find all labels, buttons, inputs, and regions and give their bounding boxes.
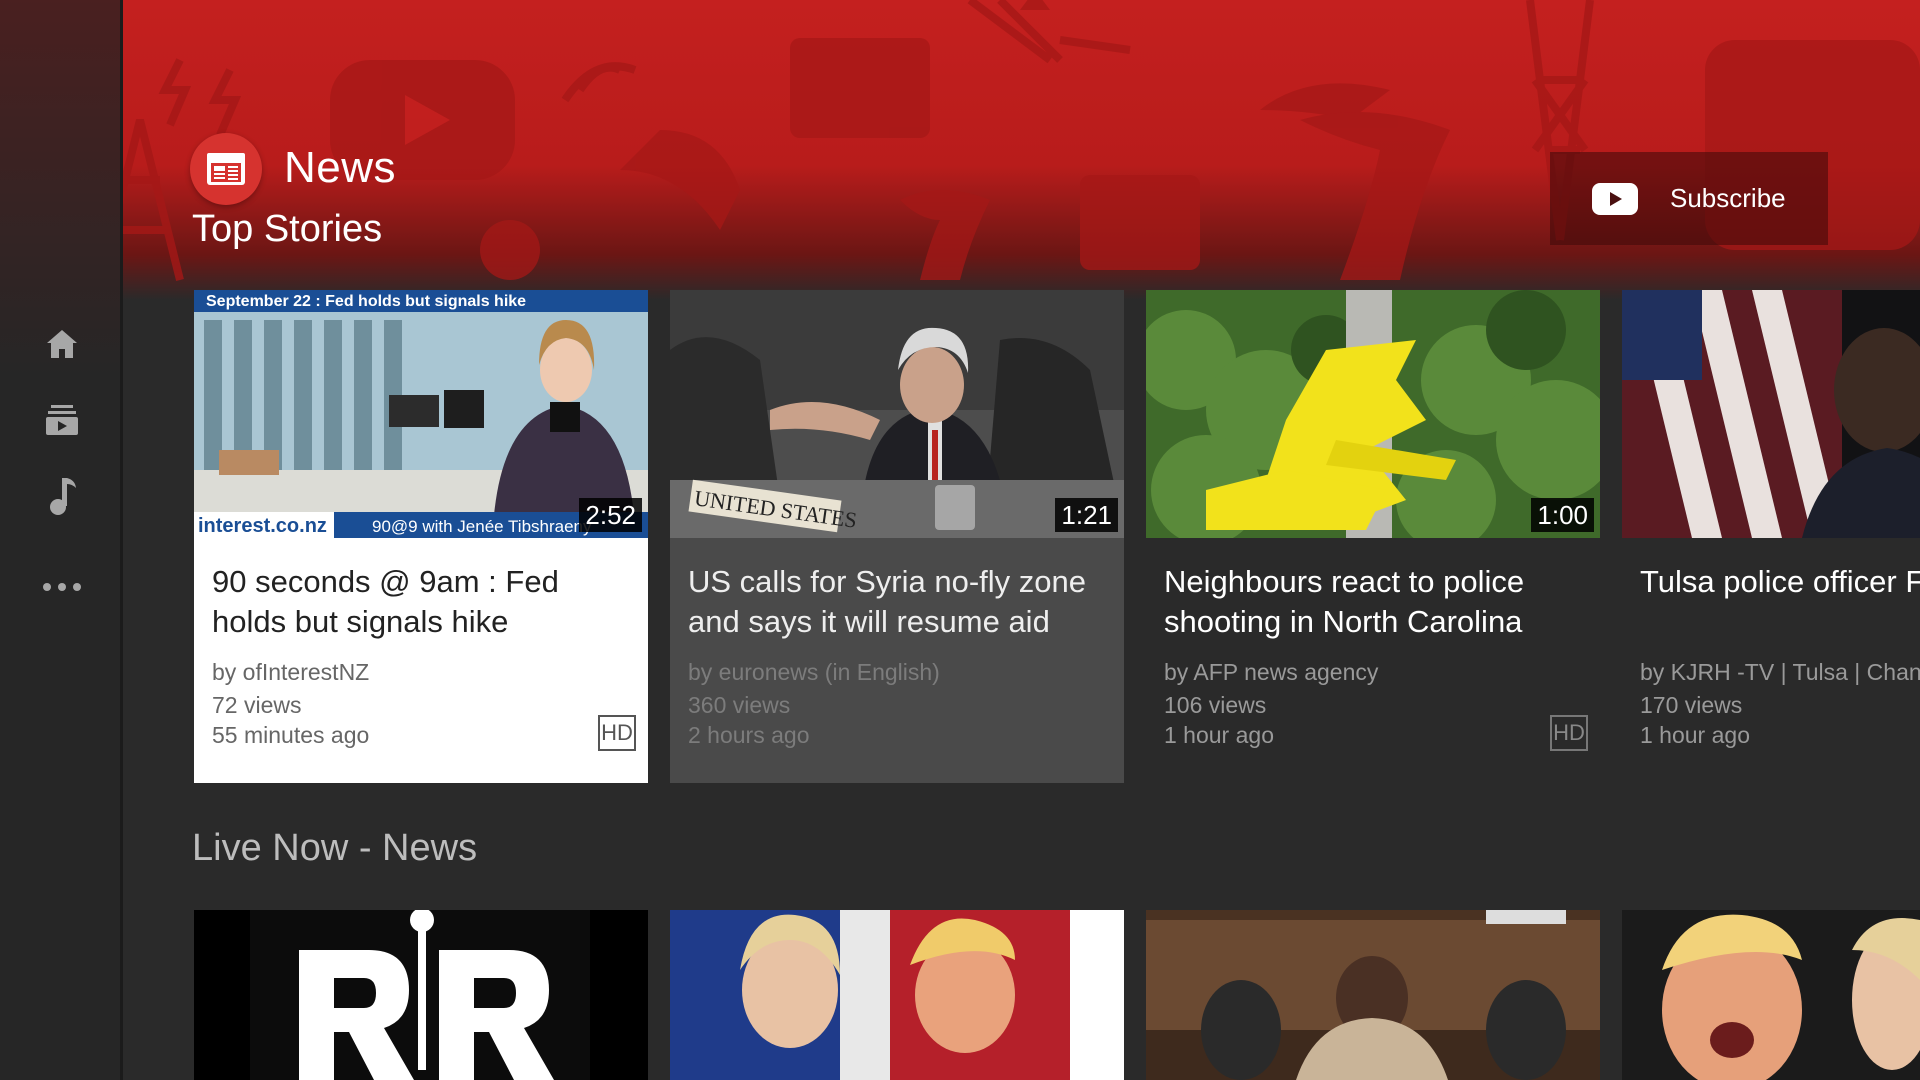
video-channel: by ofInterestNZ — [212, 659, 370, 685]
hd-badge: HD — [1550, 715, 1588, 751]
video-thumbnail: 1:00 — [1146, 290, 1600, 538]
hd-badge: HD — [598, 715, 636, 751]
video-title: 90 seconds @ 9am : Fed holds but signals… — [212, 564, 559, 639]
more-horizontal-icon — [43, 583, 81, 591]
video-age: 1 hour ago — [1164, 722, 1274, 748]
live-thumbnail — [1146, 910, 1600, 1080]
newspaper-icon — [207, 153, 245, 185]
nav-music[interactable] — [38, 472, 86, 520]
nav-home[interactable] — [38, 320, 86, 368]
video-card[interactable]: 1:00 Neighbours react to police shooting… — [1146, 290, 1600, 783]
video-channel: by KJRH -TV | Tulsa | Chan — [1640, 659, 1920, 685]
live-video-card[interactable] — [1146, 910, 1600, 1080]
video-channel: by euronews (in English) — [688, 659, 940, 685]
thumb-lower-third-text: 90@9 with Jenée Tibshraeny — [372, 517, 592, 536]
video-age: 2 hours ago — [688, 722, 810, 748]
subscribe-button[interactable]: Subscribe — [1550, 152, 1828, 245]
subscriptions-icon — [46, 405, 78, 435]
nav-subscriptions[interactable] — [38, 396, 86, 444]
live-thumbnail — [670, 910, 1124, 1080]
thumb-banner-text: September 22 : Fed holds but signals hik… — [206, 293, 526, 310]
shelf-title-top-stories: Top Stories — [192, 208, 383, 250]
video-views: 72 views — [212, 692, 302, 718]
video-views: 360 views — [688, 692, 791, 718]
video-age: 55 minutes ago — [212, 722, 370, 748]
video-views: 170 views — [1640, 692, 1743, 718]
channel-title: News — [284, 143, 397, 192]
channel-avatar — [190, 133, 262, 205]
subscribe-label: Subscribe — [1670, 183, 1786, 213]
live-video-card[interactable] — [194, 910, 648, 1080]
live-thumbnail — [194, 910, 648, 1080]
side-navigation — [0, 0, 123, 1080]
nav-more[interactable] — [38, 563, 86, 611]
video-card[interactable]: September 22 : Fed holds but signals hik… — [194, 290, 648, 783]
video-title: US calls for Syria no-fly zone and says … — [688, 564, 1086, 639]
video-thumbnail — [1622, 290, 1920, 538]
home-icon — [47, 330, 77, 358]
live-thumbnail — [1622, 910, 1920, 1080]
shelf-title-live-now: Live Now - News — [192, 827, 478, 869]
video-age: 1 hour ago — [1640, 722, 1750, 748]
video-views: 106 views — [1164, 692, 1267, 718]
video-duration: 1:00 — [1531, 498, 1594, 532]
video-duration: 1:21 — [1055, 498, 1118, 532]
music-note-icon — [50, 478, 76, 515]
live-video-card[interactable] — [1622, 910, 1920, 1080]
video-card[interactable]: UNITED STATES 1:21 US calls for Syria no… — [670, 290, 1124, 783]
video-title: Tulsa police officer Floyd talks about F… — [1640, 564, 1920, 599]
thumb-brand-text: interest.co.nz — [198, 515, 327, 537]
video-thumbnail: September 22 : Fed holds but signals hik… — [194, 290, 648, 538]
youtube-play-icon — [1592, 182, 1638, 215]
video-channel: by AFP news agency — [1164, 659, 1379, 685]
video-card[interactable]: Tulsa police officer Floyd talks about F… — [1622, 290, 1920, 783]
video-duration: 2:52 — [579, 498, 642, 532]
video-title: Neighbours react to police shooting in N… — [1164, 564, 1525, 639]
live-video-card[interactable] — [670, 910, 1124, 1080]
video-thumbnail: UNITED STATES 1:21 — [670, 290, 1124, 538]
